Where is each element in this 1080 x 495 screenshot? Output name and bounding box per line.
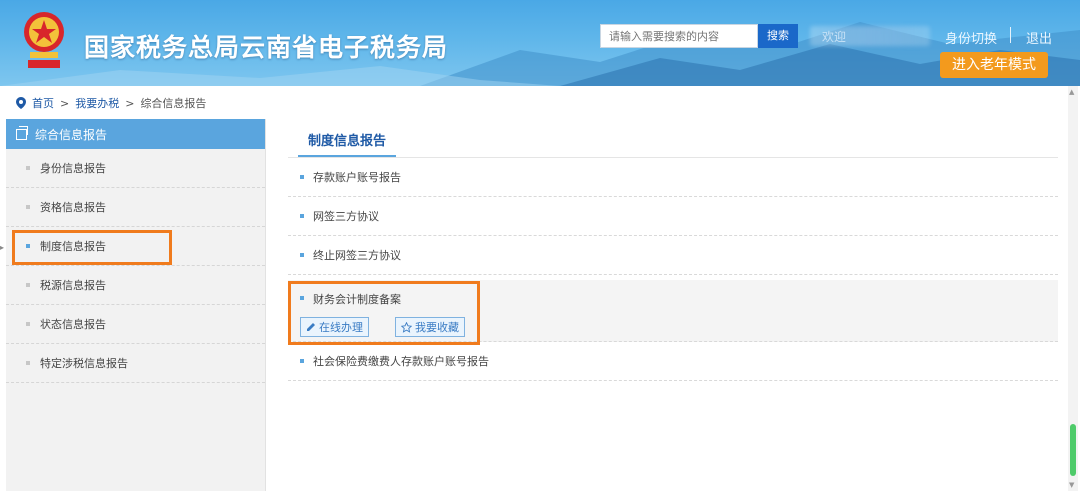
- expand-arrow-icon: ▸: [0, 243, 5, 252]
- sidebar-item-system[interactable]: 制度信息报告: [6, 227, 265, 266]
- report-item-label: 终止网签三方协议: [313, 249, 401, 262]
- report-item-tripartite-agreement[interactable]: 网签三方协议: [288, 197, 1058, 236]
- header-banner: 国家税务总局云南省电子税务局 搜索 欢迎 身份切换 退出 进入老年模式: [0, 0, 1080, 86]
- user-greeting: 欢迎: [822, 30, 847, 44]
- link-divider: [1010, 27, 1011, 43]
- sidebar-item-label: 身份信息报告: [40, 162, 106, 175]
- search-input[interactable]: [600, 24, 758, 48]
- breadcrumb-tax-handling[interactable]: 我要办税: [75, 95, 119, 111]
- page-scrollbar[interactable]: ▲ ▼: [1068, 86, 1078, 491]
- window-icon: [16, 125, 28, 140]
- sidebar-item-qualification[interactable]: 资格信息报告: [6, 188, 265, 227]
- breadcrumb: 首页 > 我要办税 > 综合信息报告: [16, 94, 206, 112]
- report-item-deposit-account[interactable]: 存款账户账号报告: [288, 158, 1058, 197]
- sidebar-item-specific-tax[interactable]: 特定涉税信息报告: [6, 344, 265, 383]
- breadcrumb-separator: >: [60, 96, 70, 110]
- sidebar-header[interactable]: 综合信息报告: [6, 119, 265, 149]
- sidebar-item-label: 特定涉税信息报告: [40, 357, 128, 370]
- report-item-label: 财务会计制度备案: [313, 293, 401, 306]
- favorite-button[interactable]: 我要收藏: [395, 317, 465, 337]
- sidebar-title: 综合信息报告: [35, 127, 108, 142]
- bullet-icon: [26, 322, 30, 326]
- main-content: 制度信息报告 存款账户账号报告 网签三方协议 终止网签三方协议 财务会计制度备案…: [288, 119, 1058, 489]
- bullet-icon: [26, 166, 30, 170]
- bullet-icon: [26, 205, 30, 209]
- bullet-icon: [300, 214, 304, 218]
- star-icon: [401, 321, 412, 333]
- report-item-label: 存款账户账号报告: [313, 171, 401, 184]
- breadcrumb-home[interactable]: 首页: [32, 95, 54, 111]
- search-button[interactable]: 搜索: [758, 24, 798, 48]
- sidebar-item-status[interactable]: 状态信息报告: [6, 305, 265, 344]
- bullet-icon: [26, 283, 30, 287]
- bullet-icon: [300, 175, 304, 179]
- bullet-icon: [26, 244, 30, 248]
- report-item-social-insurance-account[interactable]: 社会保险费缴费人存款账户账号报告: [288, 342, 1058, 381]
- tab-system-report[interactable]: 制度信息报告: [298, 127, 396, 157]
- handle-online-label: 在线办理: [319, 321, 363, 334]
- site-title: 国家税务总局云南省电子税务局: [84, 33, 449, 62]
- bullet-icon: [300, 359, 304, 363]
- sidebar-item-label: 状态信息报告: [40, 318, 106, 331]
- switch-identity-link[interactable]: 身份切换: [945, 28, 997, 47]
- sidebar-item-tax-source[interactable]: 税源信息报告: [6, 266, 265, 305]
- scroll-down-icon[interactable]: ▼: [1069, 481, 1074, 489]
- report-item-terminate-agreement[interactable]: 终止网签三方协议: [288, 236, 1058, 275]
- breadcrumb-current: 综合信息报告: [140, 97, 207, 110]
- bullet-icon: [26, 361, 30, 365]
- sidebar-item-label: 制度信息报告: [40, 240, 106, 253]
- sidebar-item-label: 资格信息报告: [40, 201, 106, 214]
- sidebar: 综合信息报告 身份信息报告 资格信息报告 制度信息报告 税源信息报告 状态信息报…: [6, 119, 266, 491]
- edit-pencil-icon: [307, 323, 315, 331]
- location-pin-icon: [16, 97, 26, 109]
- sidebar-item-label: 税源信息报告: [40, 279, 106, 292]
- scroll-up-icon[interactable]: ▲: [1069, 88, 1074, 96]
- favorite-label: 我要收藏: [415, 321, 459, 334]
- handle-online-button[interactable]: 在线办理: [300, 317, 369, 337]
- bullet-icon: [300, 296, 304, 300]
- breadcrumb-separator: >: [125, 96, 135, 110]
- elder-mode-button[interactable]: 进入老年模式: [940, 52, 1048, 78]
- tax-emblem-icon: [24, 12, 64, 68]
- scroll-thumb[interactable]: [1070, 424, 1076, 476]
- bullet-icon: [300, 253, 304, 257]
- report-item-accounting-system[interactable]: 财务会计制度备案 在线办理 我要收藏: [288, 280, 1058, 342]
- report-item-label: 社会保险费缴费人存款账户账号报告: [313, 355, 489, 368]
- logout-link[interactable]: 退出: [1026, 28, 1052, 47]
- sidebar-item-identity[interactable]: 身份信息报告: [6, 149, 265, 188]
- report-item-label: 网签三方协议: [313, 210, 379, 223]
